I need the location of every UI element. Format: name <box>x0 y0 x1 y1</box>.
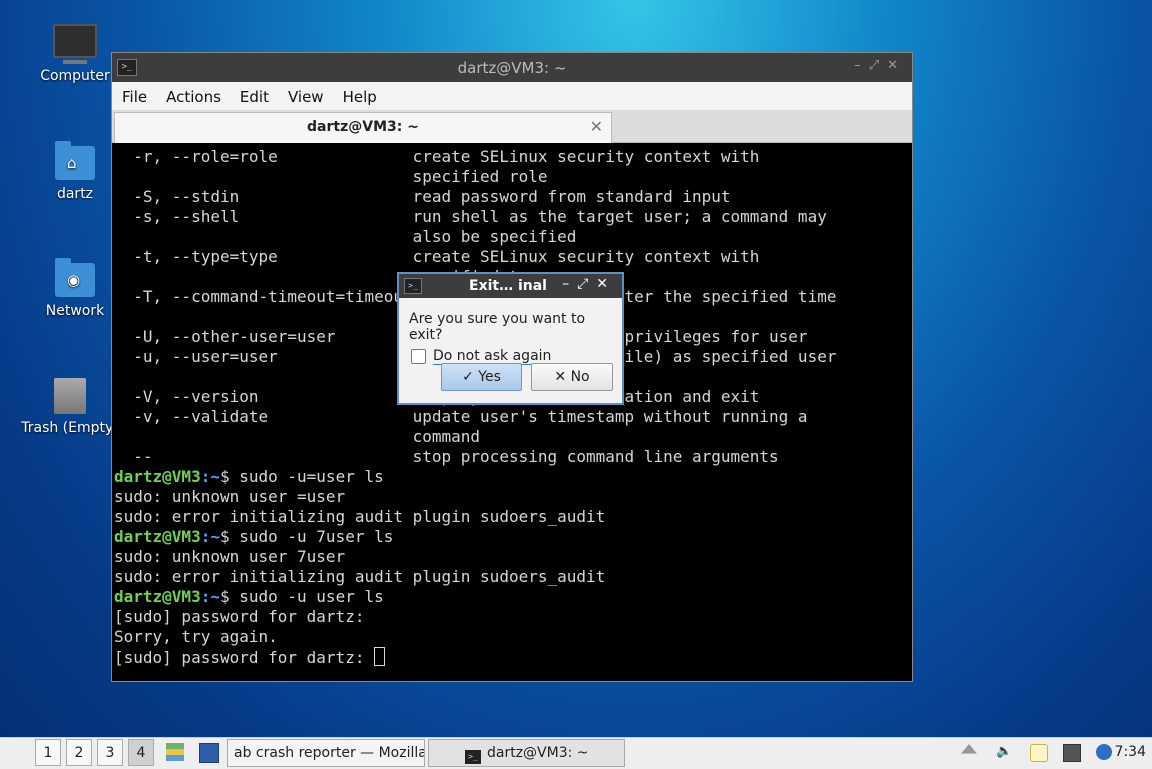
menu-help[interactable]: Help <box>333 82 386 106</box>
output-text: [sudo] password for dartz: <box>114 648 375 667</box>
terminal-line: command <box>114 427 481 446</box>
desktop-icon-trash[interactable]: Trash (Empty) <box>20 378 120 436</box>
desktop-icon-computer[interactable]: Computer <box>25 24 125 84</box>
dialog-message: Are you sure you want to exit? <box>409 311 586 343</box>
desktop-icon-home[interactable]: ⌂ dartz <box>25 141 125 202</box>
do-not-ask-checkbox[interactable]: Do not ask again <box>399 343 622 365</box>
terminal-line: -t, --type=type create SELinux security … <box>114 247 760 266</box>
terminal-app-icon: >_ <box>404 278 422 294</box>
prompt-user: dartz@VM3 <box>114 587 201 606</box>
x-icon: ✕ <box>554 369 567 385</box>
terminal-line: specified role <box>114 167 548 186</box>
terminal-line: -v, --validate update user's timestamp w… <box>114 407 808 426</box>
prompt-path: :~ <box>200 527 220 546</box>
trash-icon <box>54 378 86 414</box>
workspace-3[interactable]: 3 <box>97 739 123 766</box>
terminal-line: dartz@VM3:~$ sudo -u user ls <box>114 587 910 607</box>
exit-dialog: >_ Exit… inal –⤢✕ Are you sure you want … <box>397 272 624 405</box>
eject-icon[interactable] <box>961 744 977 754</box>
show-desktop-icon[interactable] <box>199 743 219 763</box>
desktop-icon-label: Computer <box>40 68 110 84</box>
home-folder-icon: ⌂ <box>55 141 95 180</box>
prompt-command: $ sudo -u=user ls <box>219 467 384 486</box>
workspace-2[interactable]: 2 <box>66 739 92 766</box>
checkbox-box[interactable] <box>411 349 426 364</box>
volume-icon[interactable]: 🔈 <box>996 744 1012 760</box>
menu-file[interactable]: File <box>112 82 156 106</box>
menubar: File Actions Edit View Help <box>112 82 912 110</box>
no-label: No <box>570 369 590 385</box>
prompt-path: :~ <box>200 587 220 606</box>
no-button[interactable]: ✕ No <box>531 363 613 391</box>
network-folder-icon: ◉ <box>55 258 95 297</box>
prompt-user: dartz@VM3 <box>114 467 201 486</box>
window-title: dartz@VM3: ~ <box>457 59 567 77</box>
terminal-tab[interactable]: dartz@VM3: ~ ✕ <box>114 112 612 143</box>
prompt-user: dartz@VM3 <box>114 527 201 546</box>
maximize-icon[interactable]: ⤢ <box>577 276 596 292</box>
file-manager-icon[interactable] <box>166 743 184 761</box>
menu-view[interactable]: View <box>278 82 333 106</box>
output-text: sudo: unknown user 7user <box>114 547 346 566</box>
terminal-line: sudo: error initializing audit plugin su… <box>114 567 910 587</box>
computer-icon <box>53 24 97 64</box>
clock[interactable]: 7:34 <box>1115 744 1146 760</box>
task-label: dartz@VM3: ~ <box>487 745 589 761</box>
window-titlebar[interactable]: >_ dartz@VM3: ~ –⤢✕ <box>112 53 912 82</box>
terminal-line: -s, --shell run shell as the target user… <box>114 207 827 226</box>
update-icon[interactable] <box>1096 744 1112 760</box>
desktop-icon-network[interactable]: ◉ Network <box>25 258 125 319</box>
terminal-line: also be specified <box>114 227 577 246</box>
output-text: sudo: error initializing audit plugin su… <box>114 567 606 586</box>
check-icon: ✓ <box>462 369 474 385</box>
tab-bar: dartz@VM3: ~ ✕ <box>112 110 912 143</box>
desktop-icon-label: Network <box>45 303 105 319</box>
terminal-line: sudo: unknown user =user <box>114 487 910 507</box>
maximize-icon[interactable]: ⤢ <box>869 58 887 73</box>
task-crash-reporter[interactable]: ab crash reporter — Mozilla Fi <box>227 739 425 767</box>
close-icon[interactable]: ✕ <box>596 276 616 292</box>
prompt-command: $ sudo -u user ls <box>219 587 384 606</box>
terminal-line: -- stop processing command line argument… <box>114 447 779 466</box>
network-icon[interactable] <box>1063 744 1081 762</box>
prompt-command: $ sudo -u 7user ls <box>219 527 394 546</box>
terminal-output[interactable]: -r, --role=role create SELinux security … <box>114 145 910 679</box>
terminal-line: Sorry, try again. <box>114 627 910 647</box>
terminal-line: -S, --stdin read password from standard … <box>114 187 731 206</box>
close-icon[interactable]: ✕ <box>887 58 906 73</box>
output-text: [sudo] password for dartz: <box>114 607 365 626</box>
dialog-title: Exit… inal <box>469 278 547 294</box>
terminal-line: [sudo] password for dartz: <box>114 607 910 627</box>
terminal-task-icon: >_ <box>465 750 481 764</box>
task-label: ab crash reporter — Mozilla Fi <box>234 745 425 761</box>
terminal-line: sudo: unknown user 7user <box>114 547 910 567</box>
terminal-line: dartz@VM3:~$ sudo -u 7user ls <box>114 527 910 547</box>
workspace-4[interactable]: 4 <box>128 739 154 766</box>
yes-button[interactable]: ✓ Yes <box>441 363 522 391</box>
notes-icon[interactable] <box>1030 744 1048 762</box>
workspace-1[interactable]: 1 <box>35 739 61 766</box>
prompt-path: :~ <box>200 467 220 486</box>
minimize-icon[interactable]: – <box>854 58 869 73</box>
output-text: sudo: unknown user =user <box>114 487 346 506</box>
taskbar: 1 2 3 4 ab crash reporter — Mozilla Fi >… <box>0 737 1152 769</box>
terminal-line: -r, --role=role create SELinux security … <box>114 147 760 166</box>
yes-label: Yes <box>478 369 501 385</box>
desktop-icon-label: dartz <box>56 186 94 202</box>
terminal-line: sudo: error initializing audit plugin su… <box>114 507 910 527</box>
output-text: Sorry, try again. <box>114 627 278 646</box>
terminal-line: dartz@VM3:~$ sudo -u=user ls <box>114 467 910 487</box>
text-cursor <box>374 647 386 666</box>
menu-actions[interactable]: Actions <box>156 82 230 106</box>
tab-title: dartz@VM3: ~ <box>307 119 419 135</box>
minimize-icon[interactable]: – <box>562 276 577 292</box>
menu-edit[interactable]: Edit <box>230 82 278 106</box>
desktop-icon-label: Trash (Empty) <box>21 420 119 436</box>
task-terminal[interactable]: >_ dartz@VM3: ~ <box>428 739 625 767</box>
tab-close-icon[interactable]: ✕ <box>590 113 603 141</box>
output-text: sudo: error initializing audit plugin su… <box>114 507 606 526</box>
terminal-line: [sudo] password for dartz: <box>114 647 910 667</box>
dialog-titlebar[interactable]: >_ Exit… inal –⤢✕ <box>399 274 622 298</box>
